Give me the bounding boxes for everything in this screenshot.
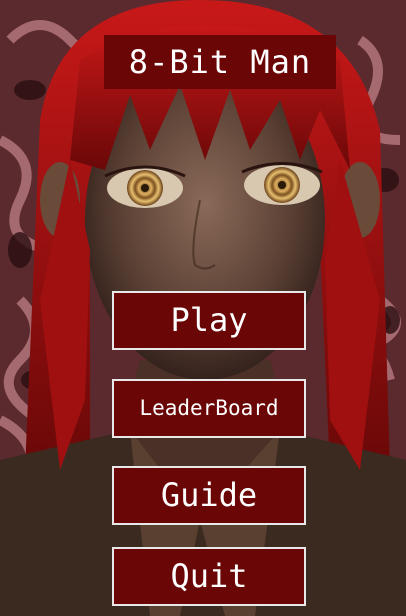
game-title: 8-Bit Man — [104, 35, 336, 89]
play-button[interactable]: Play — [112, 291, 306, 350]
quit-button[interactable]: Quit — [112, 547, 306, 606]
main-menu-screen: 8-Bit Man Play LeaderBoard Guide Quit — [0, 0, 406, 616]
guide-button[interactable]: Guide — [112, 466, 306, 525]
leaderboard-button[interactable]: LeaderBoard — [112, 379, 306, 438]
